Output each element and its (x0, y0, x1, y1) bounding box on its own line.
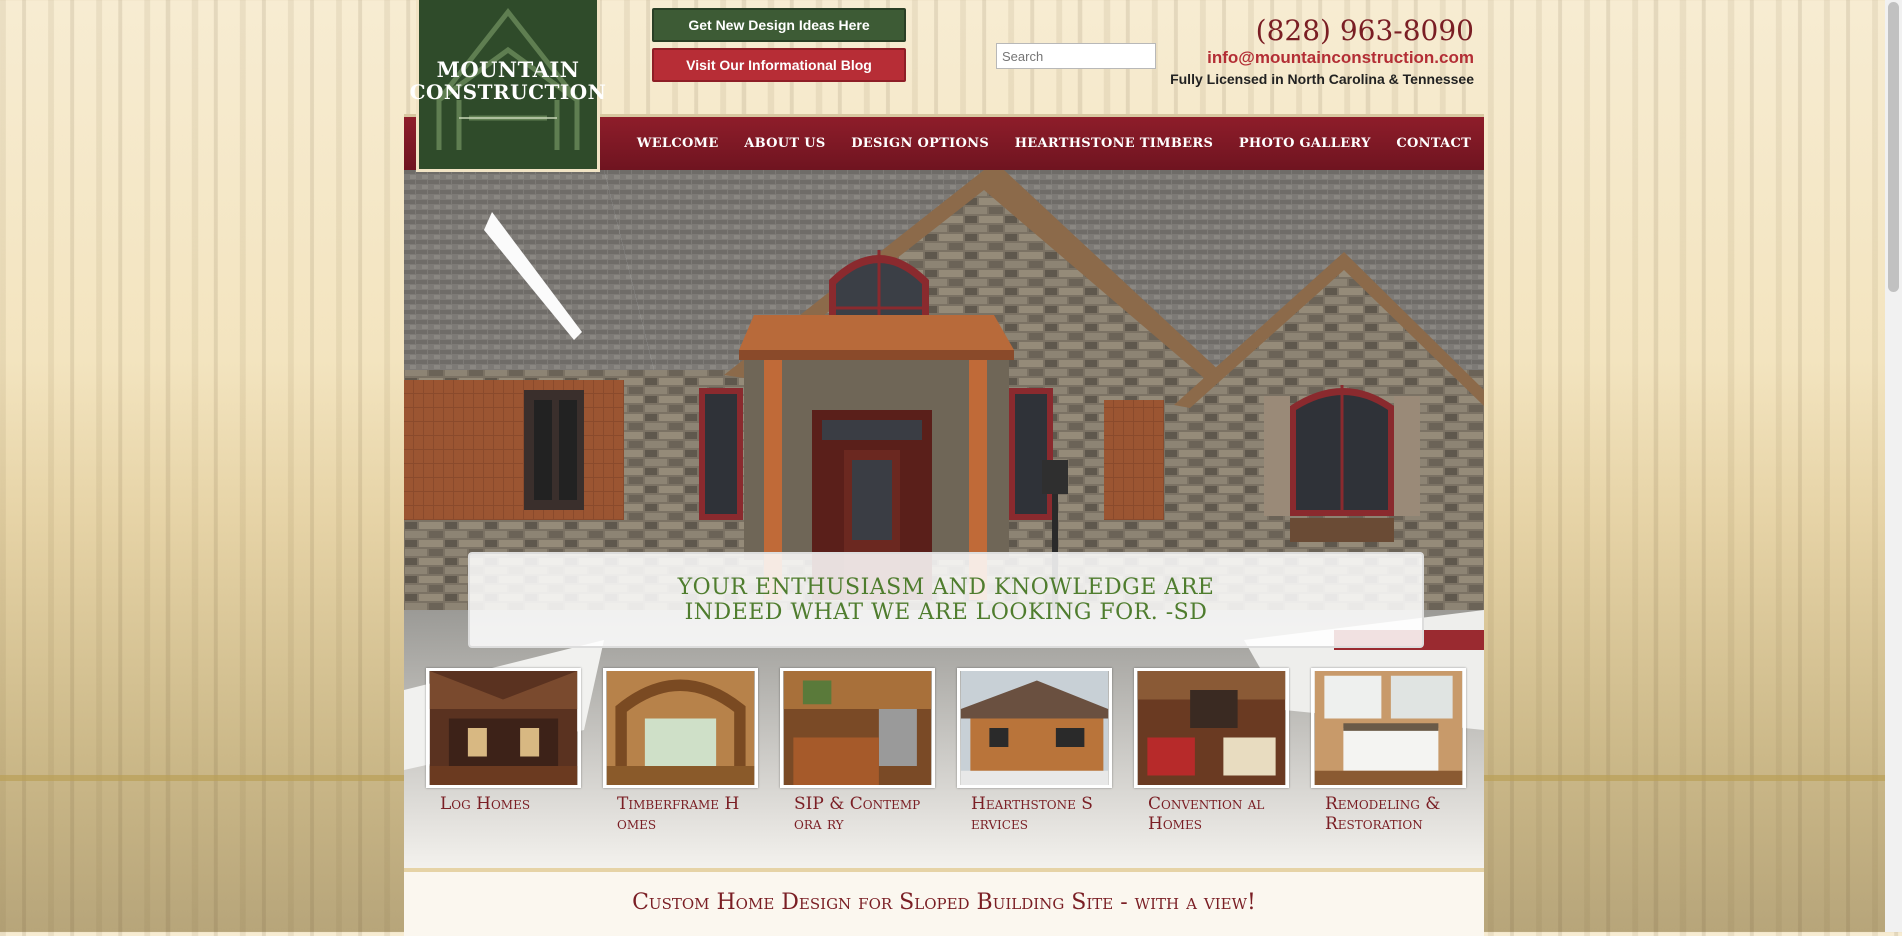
site-logo[interactable]: Mountain Construction (410, 0, 606, 172)
nav-item-hearthstone-timbers[interactable]: Hearthstone Timbers (1015, 136, 1213, 151)
page-container: Mountain Construction Get New Design Ide… (404, 0, 1484, 936)
license-text: Fully Licensed in North Carolina & Tenne… (1170, 71, 1474, 87)
email-link[interactable]: info@mountainconstruction.com (1170, 48, 1474, 68)
category-conventional-homes[interactable]: Convention al Homes (1134, 668, 1289, 868)
logo-text: Mountain Construction (409, 56, 607, 104)
sip-contemporary-thumbnail (780, 668, 935, 788)
page-tagline: Custom Home Design for Sloped Building S… (632, 890, 1256, 915)
category-label: Log Homes (440, 794, 531, 814)
phone-number[interactable]: (828) 963-8090 (1170, 14, 1474, 48)
testimonial-quote-text: Your enthusiasm and knowledge are indeed… (677, 575, 1215, 625)
category-label: Convention al Homes (1148, 794, 1265, 834)
tagline-section: Custom Home Design for Sloped Building S… (404, 868, 1484, 936)
search-input[interactable] (996, 43, 1156, 69)
contact-info: (828) 963-8090 info@mountainconstruction… (1170, 14, 1474, 90)
category-hearthstone-services[interactable]: Hearthstone Services (957, 668, 1112, 868)
category-remodeling-restoration[interactable]: Remodeling & Restoration (1311, 668, 1466, 868)
scrollbar[interactable] (1885, 0, 1902, 932)
category-label: Timberframe Homes (617, 794, 740, 834)
hero-banner: Your enthusiasm and knowledge are indeed… (404, 170, 1484, 870)
design-ideas-button[interactable]: Get New Design Ideas Here (652, 8, 906, 42)
scrollbar-thumb[interactable] (1888, 2, 1899, 292)
category-log-homes[interactable]: Log Homes (426, 668, 581, 868)
conventional-homes-thumbnail (1134, 668, 1289, 788)
category-label: Remodeling & Restoration (1325, 794, 1441, 834)
nav-item-design-options[interactable]: Design Options (851, 136, 989, 151)
logo-line-2: Construction (409, 79, 607, 104)
nav-item-photo-gallery[interactable]: Photo Gallery (1239, 136, 1371, 151)
category-tiles: Log Homes Timberframe Homes SIP & Contem… (426, 668, 1466, 868)
timberframe-thumbnail (603, 668, 758, 788)
testimonial-quote-box: Your enthusiasm and knowledge are indeed… (468, 552, 1424, 648)
log-homes-thumbnail (426, 668, 581, 788)
nav-item-about-us[interactable]: About Us (744, 136, 825, 151)
nav-item-welcome[interactable]: Welcome (637, 136, 719, 151)
category-timberframe-homes[interactable]: Timberframe Homes (603, 668, 758, 868)
blog-button[interactable]: Visit Our Informational Blog (652, 48, 906, 82)
logo-line-1: Mountain (436, 56, 580, 82)
hearthstone-thumbnail (957, 668, 1112, 788)
category-label: Hearthstone Services (971, 794, 1093, 834)
category-label: SIP & Contempora ry (794, 794, 921, 834)
nav-item-contact[interactable]: Contact (1396, 136, 1471, 151)
category-sip-contemporary[interactable]: SIP & Contempora ry (780, 668, 935, 868)
remodeling-thumbnail (1311, 668, 1466, 788)
